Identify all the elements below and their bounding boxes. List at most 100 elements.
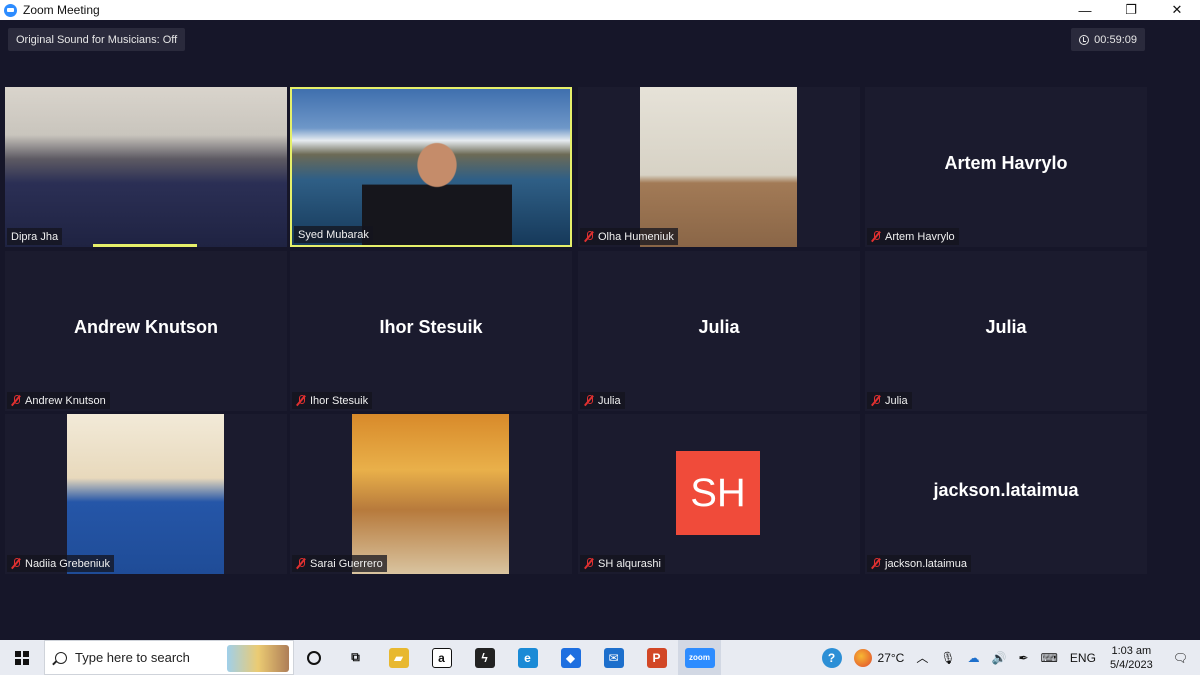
window-controls: — ❐ ✕ [1062, 0, 1200, 20]
keyboard-button[interactable]: ⌨ [1035, 640, 1064, 675]
language-indicator[interactable]: ENG [1064, 640, 1102, 675]
window-title: Zoom Meeting [23, 3, 100, 17]
microphone-icon: 🎙 [940, 650, 956, 665]
participant-tile[interactable]: Nadiia Grebeniuk [5, 414, 287, 574]
participant-name-label: Julia [867, 392, 912, 409]
clock-time: 1:03 am [1111, 644, 1152, 657]
cortana-button[interactable] [294, 640, 334, 675]
muted-microphone-icon [871, 231, 881, 242]
help-button[interactable]: ? [816, 640, 848, 675]
show-hidden-icons-button[interactable]: ︿ [910, 640, 934, 675]
participant-name: Julia [885, 394, 908, 407]
minimize-button[interactable]: — [1062, 0, 1108, 20]
onedrive-button[interactable]: ☁ [962, 640, 986, 675]
cortana-icon [307, 650, 321, 665]
original-sound-button[interactable]: Original Sound for Musicians: Off [8, 28, 186, 51]
participant-tile[interactable]: Dipra Jha [5, 87, 287, 247]
participant-tile[interactable]: Sarai Guerrero [290, 414, 572, 574]
meeting-timer[interactable]: 00:59:09 [1071, 28, 1145, 51]
mail-taskbar-button[interactable]: ✉ [592, 640, 635, 675]
task-view-taskbar-button[interactable]: ⧉ [334, 640, 377, 675]
participant-display-name: Andrew Knutson [74, 317, 218, 337]
maximize-button[interactable]: ❐ [1108, 0, 1154, 20]
swift-icon: ϟ [474, 647, 495, 668]
participant-name-label: SH alqurashi [580, 555, 665, 572]
participant-name-label: Nadiia Grebeniuk [7, 555, 114, 572]
participant-tile[interactable]: Ihor Stesuik Ihor Stesuik [290, 251, 572, 411]
muted-microphone-icon [584, 231, 594, 242]
amazon-icon: a [431, 647, 452, 668]
system-tray: ? 27°C ︿ 🎙 ☁ 🔊 ✒ ⌨ ENG 1:03 am 5/4/2023 … [816, 640, 1200, 675]
participant-name: Artem Havrylo [885, 230, 955, 243]
participant-video [5, 87, 287, 247]
participant-tile[interactable]: Julia Julia [578, 251, 860, 411]
participant-photo [352, 414, 509, 574]
start-button[interactable] [0, 640, 44, 675]
participant-display-name: jackson.lataimua [933, 480, 1079, 500]
participant-name: SH alqurashi [598, 557, 661, 570]
participant-name-label: Ihor Stesuik [292, 392, 373, 409]
muted-microphone-icon [584, 395, 594, 406]
participant-display-name: Ihor Stesuik [379, 317, 483, 337]
participant-name: Dipra Jha [11, 230, 59, 243]
clock-icon [1079, 34, 1090, 45]
title-bar: Zoom Meeting — ❐ ✕ [0, 0, 1200, 20]
edge-taskbar-button[interactable]: e [506, 640, 549, 675]
participant-display-name: Julia [985, 317, 1027, 337]
initials-avatar: SH [676, 451, 760, 535]
muted-microphone-icon [11, 558, 21, 569]
taskbar-clock[interactable]: 1:03 am 5/4/2023 [1102, 644, 1161, 672]
search-icon [55, 651, 67, 664]
mail-icon: ✉ [603, 647, 624, 668]
zoom-taskbar-button[interactable]: zoom [678, 640, 721, 675]
participant-name: Andrew Knutson [25, 394, 106, 407]
participant-name: Olha Humeniuk [598, 230, 674, 243]
notifications-button[interactable]: 🗨 [1161, 640, 1200, 675]
participant-name-label: Olha Humeniuk [580, 228, 678, 245]
search-placeholder: Type here to search [75, 650, 190, 665]
muted-microphone-icon [871, 395, 881, 406]
muted-microphone-icon [871, 558, 881, 569]
swift-taskbar-button[interactable]: ϟ [463, 640, 506, 675]
participant-name: Sarai Guerrero [310, 557, 383, 570]
participant-tile[interactable]: Andrew Knutson Andrew Knutson [5, 251, 287, 411]
muted-microphone-icon [296, 395, 306, 406]
edge-icon: e [517, 647, 538, 668]
taskbar: Type here to search ⧉ ▰ a ϟ e ◆ ✉ Pzoom ? 27°C … [0, 640, 1200, 675]
volume-button[interactable]: 🔊 [986, 640, 1013, 675]
chevron-up-icon: ︿ [916, 651, 929, 665]
speaking-indicator [93, 244, 197, 247]
weather-widget[interactable]: 27°C [848, 640, 911, 675]
muted-microphone-icon [296, 558, 306, 569]
weather-icon [853, 648, 872, 667]
participant-name-label: Andrew Knutson [7, 392, 110, 409]
search-highlight-image [227, 645, 289, 672]
participant-tile[interactable]: Julia Julia [865, 251, 1147, 411]
pinned-apps: ⧉ ▰ a ϟ e ◆ ✉ Pzoom [334, 640, 721, 675]
amazon-taskbar-button[interactable]: a [420, 640, 463, 675]
participant-photo [67, 414, 224, 574]
participant-tile[interactable]: jackson.lataimua jackson.lataimua [865, 414, 1147, 574]
participant-tile[interactable]: SH SH alqurashi [578, 414, 860, 574]
file-explorer-taskbar-button[interactable]: ▰ [377, 640, 420, 675]
powerpoint-taskbar-button[interactable]: P [635, 640, 678, 675]
microphone-button[interactable]: 🎙 [934, 640, 961, 675]
muted-microphone-icon [584, 558, 594, 569]
close-button[interactable]: ✕ [1154, 0, 1200, 20]
weather-temperature: 27°C [877, 650, 905, 665]
taskbar-search[interactable]: Type here to search [44, 640, 294, 675]
participant-photo [640, 87, 797, 247]
participant-tile[interactable]: Olha Humeniuk [578, 87, 860, 247]
muted-microphone-icon [11, 395, 21, 406]
task-view-icon: ⧉ [351, 650, 360, 664]
participant-name: Syed Mubarak [298, 228, 369, 241]
participant-name-label: jackson.lataimua [867, 555, 971, 572]
participant-tile[interactable]: Syed Mubarak [290, 87, 572, 247]
timer-text: 00:59:09 [1094, 33, 1137, 46]
pen-icon: ✒ [1018, 650, 1029, 665]
participant-tile[interactable]: Artem Havrylo Artem Havrylo [865, 87, 1147, 247]
pen-button[interactable]: ✒ [1013, 640, 1035, 675]
dropbox-taskbar-button[interactable]: ◆ [549, 640, 592, 675]
zoom-logo-icon [4, 3, 17, 17]
participant-name: Julia [598, 394, 621, 407]
